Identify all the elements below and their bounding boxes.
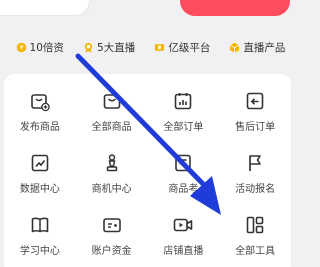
tool-after-sale-orders[interactable]: 售后订单 [219,90,291,138]
tool-account-funds[interactable]: 账户资金 [76,214,148,262]
doc-icon [175,154,192,172]
tool-product-review[interactable]: 商品考 [148,152,220,200]
medal-icon [84,42,93,53]
ticket-icon [155,43,165,51]
apps-icon [246,216,264,234]
book-icon [31,217,49,233]
tool-data-center[interactable]: 数据中心 [4,152,76,200]
trend-chart-icon [31,154,49,172]
tool-learning-center[interactable]: 学习中心 [4,214,76,262]
video-icon [174,218,193,232]
tool-label: 全部订单 [163,122,204,133]
calendar-chart-icon [175,93,192,110]
wallet-icon [102,218,121,233]
tool-label: 商机中心 [91,184,132,195]
tool-label: 学习中心 [19,246,60,257]
top-action-strip [0,0,301,28]
perk-label: 直播产品 [243,41,286,54]
tool-label: 账户资金 [91,246,132,257]
flag-icon [249,155,261,171]
tool-label: 商品考 [168,184,199,195]
perk-item: ¥ 10倍资 [16,40,64,55]
tool-label: 售后订单 [235,122,276,133]
coin-icon: ¥ [16,42,26,52]
return-icon [246,92,264,110]
tool-label: 活动报名 [235,184,276,195]
bag-icon [103,94,120,109]
tool-all-orders[interactable]: 全部订单 [148,90,220,138]
tool-label: 数据中心 [19,184,60,195]
top-right-button[interactable] [180,0,290,16]
tool-label: 发布商品 [19,122,60,133]
app-screen: ¥ 10倍资 5大直播 亿级平台 直播产品 发布商品 全部商品 全部订单 售后订… [0,0,301,267]
tool-all-tools[interactable]: 全部工具 [219,214,291,262]
perk-label: 亿级平台 [168,41,211,54]
tool-event-signup[interactable]: 活动报名 [219,152,291,200]
tools-card: 发布商品 全部商品 全部订单 售后订单 数据中心 商机中心 商品考 活动报名 学… [4,74,291,267]
chess-pawn-icon [106,154,117,172]
bag-plus-icon [31,94,50,112]
tool-label: 全部工具 [235,246,276,257]
svg-text:¥: ¥ [19,43,23,51]
perk-label: 5大直播 [97,41,136,54]
tools-grid: 发布商品 全部商品 全部订单 售后订单 数据中心 商机中心 商品考 活动报名 学… [4,90,291,262]
tool-shop-live[interactable]: 店铺直播 [148,214,220,262]
tool-publish-product[interactable]: 发布商品 [4,90,76,138]
perk-label: 10倍资 [29,41,64,54]
tool-all-products[interactable]: 全部商品 [76,90,148,138]
tool-label: 全部商品 [91,122,132,133]
perk-item: 亿级平台 [154,40,210,55]
box-icon [230,42,240,53]
tool-merchant-center[interactable]: 商机中心 [76,152,148,200]
perk-item: 5大直播 [83,40,135,55]
tool-label: 店铺直播 [163,246,204,257]
perk-item: 直播产品 [229,40,285,55]
perks-row: ¥ 10倍资 5大直播 亿级平台 直播产品 [0,34,301,60]
top-left-button[interactable] [0,0,90,16]
